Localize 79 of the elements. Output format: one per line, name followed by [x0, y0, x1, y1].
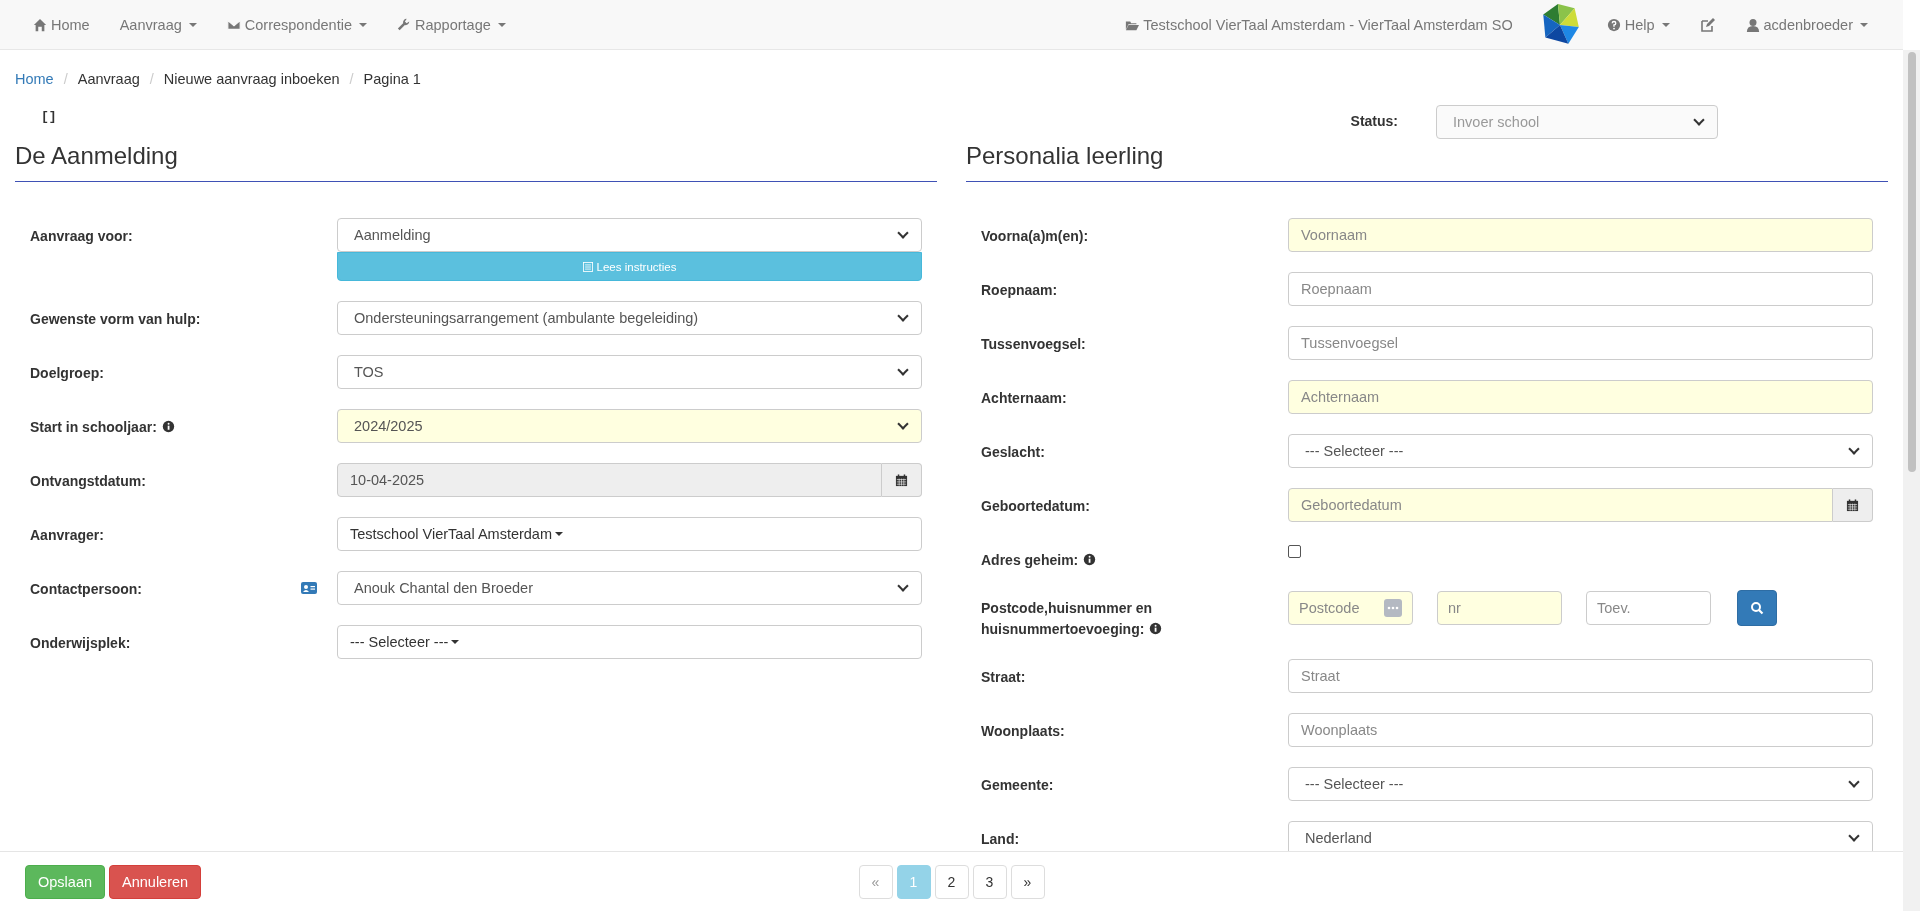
field-label: Gewenste vorm van hulp:	[30, 310, 201, 329]
text-field[interactable]: nr	[1437, 591, 1562, 626]
breadcrumb-separator: /	[349, 71, 354, 87]
nav-menu-item[interactable]: Home	[18, 16, 105, 33]
page-button[interactable]: 2	[934, 864, 969, 899]
breadcrumb-separator: /	[63, 71, 68, 87]
breadcrumb-link[interactable]: Home	[15, 71, 54, 87]
list-icon	[582, 261, 593, 272]
field-label: Onderwijsplek:	[30, 634, 131, 653]
field-label: Doelgroep:	[30, 364, 104, 383]
breadcrumb-item: Nieuwe aanvraag inboeken	[163, 71, 340, 87]
text-field[interactable]: Postcode	[1288, 591, 1413, 626]
text-field[interactable]: Roepnaam	[1288, 272, 1873, 306]
search-button[interactable]	[1737, 590, 1777, 627]
select-field[interactable]: Anouk Chantal den Broeder	[337, 571, 922, 605]
field-label: Tussenvoegsel:	[981, 335, 1086, 354]
field-label: Achternaam:	[981, 389, 1067, 408]
checkbox[interactable]	[1288, 545, 1301, 558]
school-name: Testschool VierTaal Amsterdam - VierTaal Amsterdam SO	[1110, 16, 1528, 33]
save-button[interactable]: Opslaan	[25, 864, 105, 899]
text-field[interactable]: Toev.	[1586, 591, 1711, 626]
page-button[interactable]: »	[1010, 864, 1045, 899]
bracket-text: []	[41, 109, 57, 126]
field-label: Geslacht:	[981, 443, 1045, 462]
user-menu[interactable]: acdenbroeder	[1730, 16, 1883, 33]
field-label: Postcode,huisnummer en huisnummertoevoeging:	[981, 590, 1211, 639]
calendar-button[interactable]	[882, 463, 922, 497]
select-field[interactable]: 2024/2025	[337, 409, 922, 443]
home-icon	[33, 17, 47, 32]
breadcrumb-item: Aanvraag	[77, 71, 140, 87]
select-field[interactable]: TOS	[337, 355, 922, 389]
text-field[interactable]: Voornaam	[1288, 218, 1873, 252]
dropdown-field[interactable]: --- Selecteer ---	[337, 625, 922, 659]
select-field[interactable]: Ondersteuningsarrangement (ambulante begeleiding)	[337, 301, 922, 335]
field-label: Woonplaats:	[981, 721, 1065, 741]
dropdown-field[interactable]: Testschool VierTaal Amsterdam	[337, 517, 922, 551]
calendar-icon	[1846, 498, 1859, 512]
field-label: Land:	[981, 829, 1020, 849]
nav-menu-item[interactable]: Correspondentie	[211, 16, 382, 33]
edit-icon	[1699, 16, 1716, 33]
user-icon	[1745, 17, 1760, 32]
text-field[interactable]: Straat	[1288, 658, 1873, 693]
text-field[interactable]: Achternaam	[1288, 380, 1873, 414]
scrollbar[interactable]	[1903, 50, 1920, 911]
field-label: Straat:	[981, 667, 1026, 687]
breadcrumb-item: Pagina 1	[363, 71, 421, 87]
field-label: Voorna(a)m(en):	[981, 227, 1089, 246]
date-field[interactable]: Geboortedatum	[1288, 488, 1833, 522]
question-icon	[1606, 17, 1621, 32]
text-field[interactable]: Tussenvoegsel	[1288, 326, 1873, 360]
contact-card-icon[interactable]	[301, 582, 317, 594]
field-label: Gemeente:	[981, 775, 1054, 795]
select-field[interactable]: Aanmelding	[337, 218, 922, 252]
calendar-icon	[895, 473, 908, 487]
cancel-button[interactable]: Annuleren	[109, 864, 202, 899]
status-label: Status:	[1349, 112, 1399, 129]
page-button[interactable]: 3	[972, 864, 1007, 899]
nav-menu-item[interactable]: Aanvraag	[104, 16, 212, 33]
section-heading: Personalia leerling	[966, 142, 1888, 182]
field-label: Contactpersoon:	[30, 580, 142, 599]
section-heading: De Aanmelding	[15, 142, 937, 182]
field-label: Roepnaam:	[981, 281, 1058, 300]
select-field[interactable]: --- Selecteer ---	[1288, 766, 1873, 801]
calendar-button[interactable]	[1833, 488, 1873, 522]
caret-icon	[555, 532, 564, 536]
nav-menu-item[interactable]: Rapportage	[382, 16, 521, 33]
field-label: Start in schooljaar:	[30, 409, 175, 438]
help-menu[interactable]: Help	[1591, 16, 1685, 33]
field-label: Aanvrager:	[30, 526, 104, 545]
breadcrumb-separator: /	[149, 71, 154, 87]
text-field[interactable]: Woonplaats	[1288, 712, 1873, 747]
field-label: Ontvangstdatum:	[30, 472, 146, 491]
search-icon	[1750, 601, 1764, 616]
field-label: Geboortedatum:	[981, 497, 1090, 516]
select-field[interactable]: --- Selecteer ---	[1288, 434, 1873, 468]
caret-icon	[451, 640, 460, 644]
field-label: Aanvraag voor:	[30, 227, 133, 246]
wrench-icon	[397, 17, 411, 32]
field-label: Adres geheim:	[981, 542, 1097, 571]
